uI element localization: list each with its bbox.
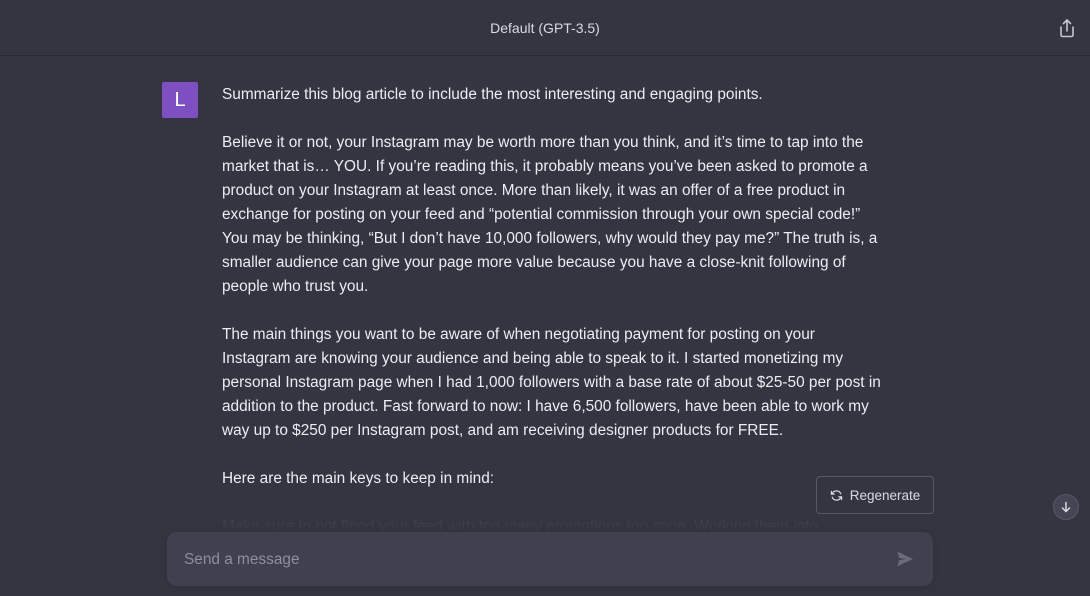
- regenerate-button[interactable]: Regenerate: [816, 476, 934, 514]
- share-icon[interactable]: [1058, 18, 1076, 38]
- avatar-letter: L: [174, 88, 186, 111]
- refresh-icon: [830, 489, 842, 501]
- top-bar: Default (GPT-3.5): [0, 0, 1090, 56]
- user-avatar: L: [162, 82, 198, 118]
- message-paragraph: The main things you want to be aware of …: [222, 326, 881, 439]
- message-paragraph: Here are the main keys to keep in mind:: [222, 470, 495, 487]
- message-text: Summarize this blog article to include t…: [222, 83, 882, 537]
- arrow-down-icon: [1061, 501, 1071, 513]
- scroll-to-bottom-button[interactable]: [1053, 494, 1079, 520]
- message-composer: [167, 532, 933, 588]
- regenerate-label: Regenerate: [849, 487, 921, 503]
- message-input[interactable]: [182, 532, 876, 588]
- send-icon[interactable]: [895, 549, 915, 569]
- model-title[interactable]: Default (GPT-3.5): [490, 20, 600, 36]
- message-paragraph: Believe it or not, your Instagram may be…: [222, 134, 878, 295]
- chat-window: Default (GPT-3.5) L Summarize this blog …: [0, 0, 1090, 596]
- message-paragraph: Summarize this blog article to include t…: [222, 86, 763, 103]
- user-message: L Summarize this blog article to include…: [0, 57, 1090, 537]
